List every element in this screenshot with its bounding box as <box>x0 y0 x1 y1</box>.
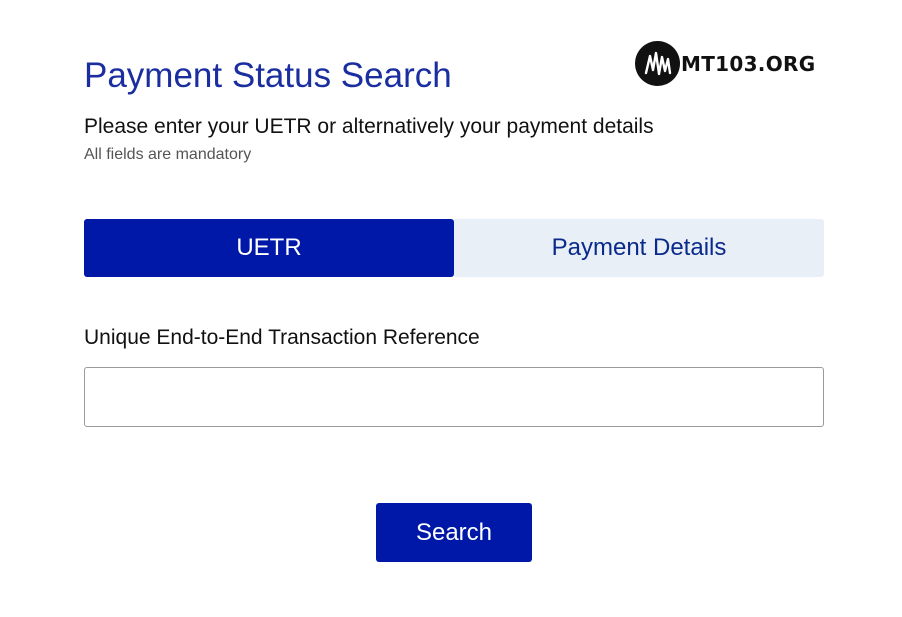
search-mode-tabs: UETR Payment Details <box>84 219 824 277</box>
logo-text: MT103.ORG <box>681 51 816 76</box>
site-logo: MT103.ORG <box>635 41 815 86</box>
uetr-input[interactable] <box>84 367 824 427</box>
search-button[interactable]: Search <box>376 503 532 562</box>
page-title: Payment Status Search <box>84 56 452 95</box>
tab-payment-details[interactable]: Payment Details <box>454 219 824 277</box>
instructions-text: Please enter your UETR or alternatively … <box>84 115 654 138</box>
mandatory-fields-hint: All fields are mandatory <box>84 146 252 163</box>
waveform-m-logo-icon <box>635 41 680 86</box>
payment-status-search-page: Payment Status Search MT103.ORG Please e… <box>0 0 902 617</box>
tab-uetr[interactable]: UETR <box>84 219 454 277</box>
uetr-field-label: Unique End-to-End Transaction Reference <box>84 326 480 349</box>
